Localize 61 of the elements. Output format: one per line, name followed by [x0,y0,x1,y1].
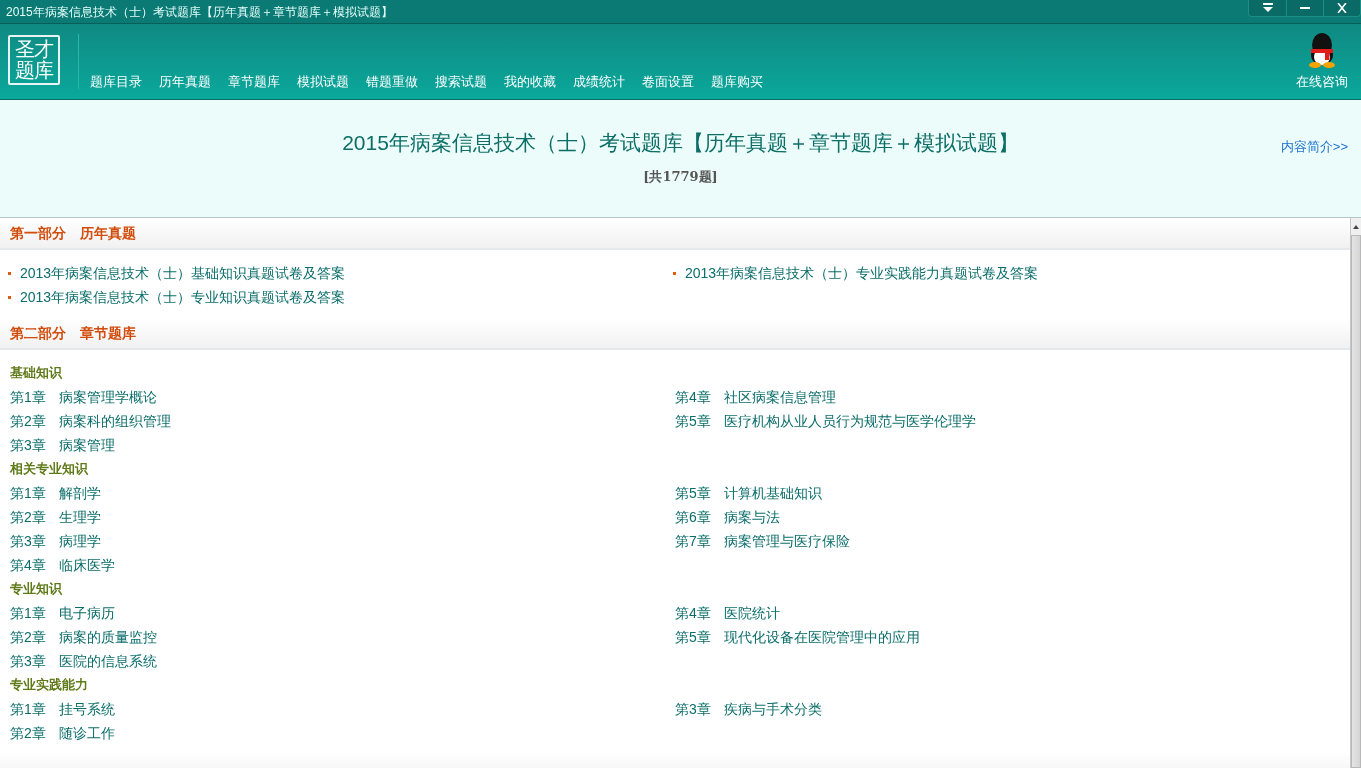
chapter-number[interactable]: 第5章 [675,626,724,648]
chapter-link[interactable]: 临床医学 [59,554,115,576]
chapter-number[interactable]: 第5章 [675,410,724,432]
bullet-icon [673,271,676,275]
chapter-link[interactable]: 病案科的组织管理 [59,410,171,432]
chapter-number[interactable]: 第2章 [10,506,59,528]
scrollbar[interactable] [1350,218,1361,768]
chapter-link[interactable]: 病案管理 [59,434,115,456]
chapter-number[interactable]: 第1章 [10,602,59,624]
section-title: 第一部分 历年真题 [10,223,136,243]
page-title: 2015年病案信息技术（士）考试题库【历年真题＋章节题库＋模拟试题】 [342,130,1019,156]
logo-text: 圣才 [15,39,53,60]
group-title: 专业实践能力 [10,676,89,695]
chapter-number[interactable]: 第1章 [10,482,59,504]
chapter-link[interactable]: 病案与法 [724,506,780,528]
chapter-link[interactable]: 病案管理与医疗保险 [724,530,850,552]
chapter-number[interactable]: 第3章 [10,434,59,456]
chapter-link[interactable]: 医院的信息系统 [59,650,157,672]
intro-link[interactable]: 内容简介>> [1280,137,1348,157]
chapter-link[interactable]: 疾病与手术分类 [724,698,822,720]
chapter-link[interactable]: 社区病案信息管理 [724,386,836,408]
exam-link[interactable]: 2013年病案信息技术（士）专业实践能力真题试卷及答案 [685,262,1039,284]
chapter-link[interactable]: 电子病历 [59,602,115,624]
chapter-number[interactable]: 第2章 [10,410,59,432]
chapter-link[interactable]: 医院统计 [724,602,780,624]
close-icon [1336,3,1348,13]
chapter-link[interactable]: 随诊工作 [59,722,115,744]
question-count: [共1779题] [643,167,718,186]
chapter-number[interactable]: 第3章 [10,650,59,672]
logo-text: 题库 [15,60,53,81]
chapter-link[interactable]: 病案的质量监控 [59,626,157,648]
chapter-number[interactable]: 第6章 [675,506,724,528]
dropdown-icon [1261,3,1274,13]
chapter-number[interactable]: 第2章 [10,722,59,744]
window-title: 2015年病案信息技术（士）考试题库【历年真题＋章节题库＋模拟试题】 [6,3,393,21]
chapter-link[interactable]: 医疗机构从业人员行为规范与医学伦理学 [724,410,976,432]
chapter-number[interactable]: 第1章 [10,698,59,720]
exam-link[interactable]: 2013年病案信息技术（士）基础知识真题试卷及答案 [20,262,346,284]
chapter-link[interactable]: 挂号系统 [59,698,115,720]
chapter-number[interactable]: 第5章 [675,482,724,504]
group-title: 相关专业知识 [10,460,89,479]
exam-link[interactable]: 2013年病案信息技术（士）专业知识真题试卷及答案 [20,286,346,308]
chapter-number[interactable]: 第4章 [10,554,59,576]
chapter-number[interactable]: 第1章 [10,386,59,408]
chapter-link[interactable]: 现代化设备在医院管理中的应用 [724,626,920,648]
chapter-number[interactable]: 第3章 [675,698,724,720]
bullet-icon [8,271,11,275]
group-title: 专业知识 [10,580,63,599]
chapter-number[interactable]: 第7章 [675,530,724,552]
chapter-number[interactable]: 第3章 [10,530,59,552]
section-title: 第二部分 章节题库 [10,323,136,343]
chapter-link[interactable]: 病理学 [59,530,101,552]
chapter-number[interactable]: 第4章 [675,386,724,408]
chapter-link[interactable]: 病案管理学概论 [59,386,157,408]
chapter-link[interactable]: 计算机基础知识 [724,482,822,504]
chapter-link[interactable]: 生理学 [59,506,101,528]
chapter-link[interactable]: 解剖学 [59,482,101,504]
group-title: 基础知识 [10,364,63,383]
bullet-icon [8,295,11,299]
chapter-number[interactable]: 第4章 [675,602,724,624]
chapter-number[interactable]: 第2章 [10,626,59,648]
